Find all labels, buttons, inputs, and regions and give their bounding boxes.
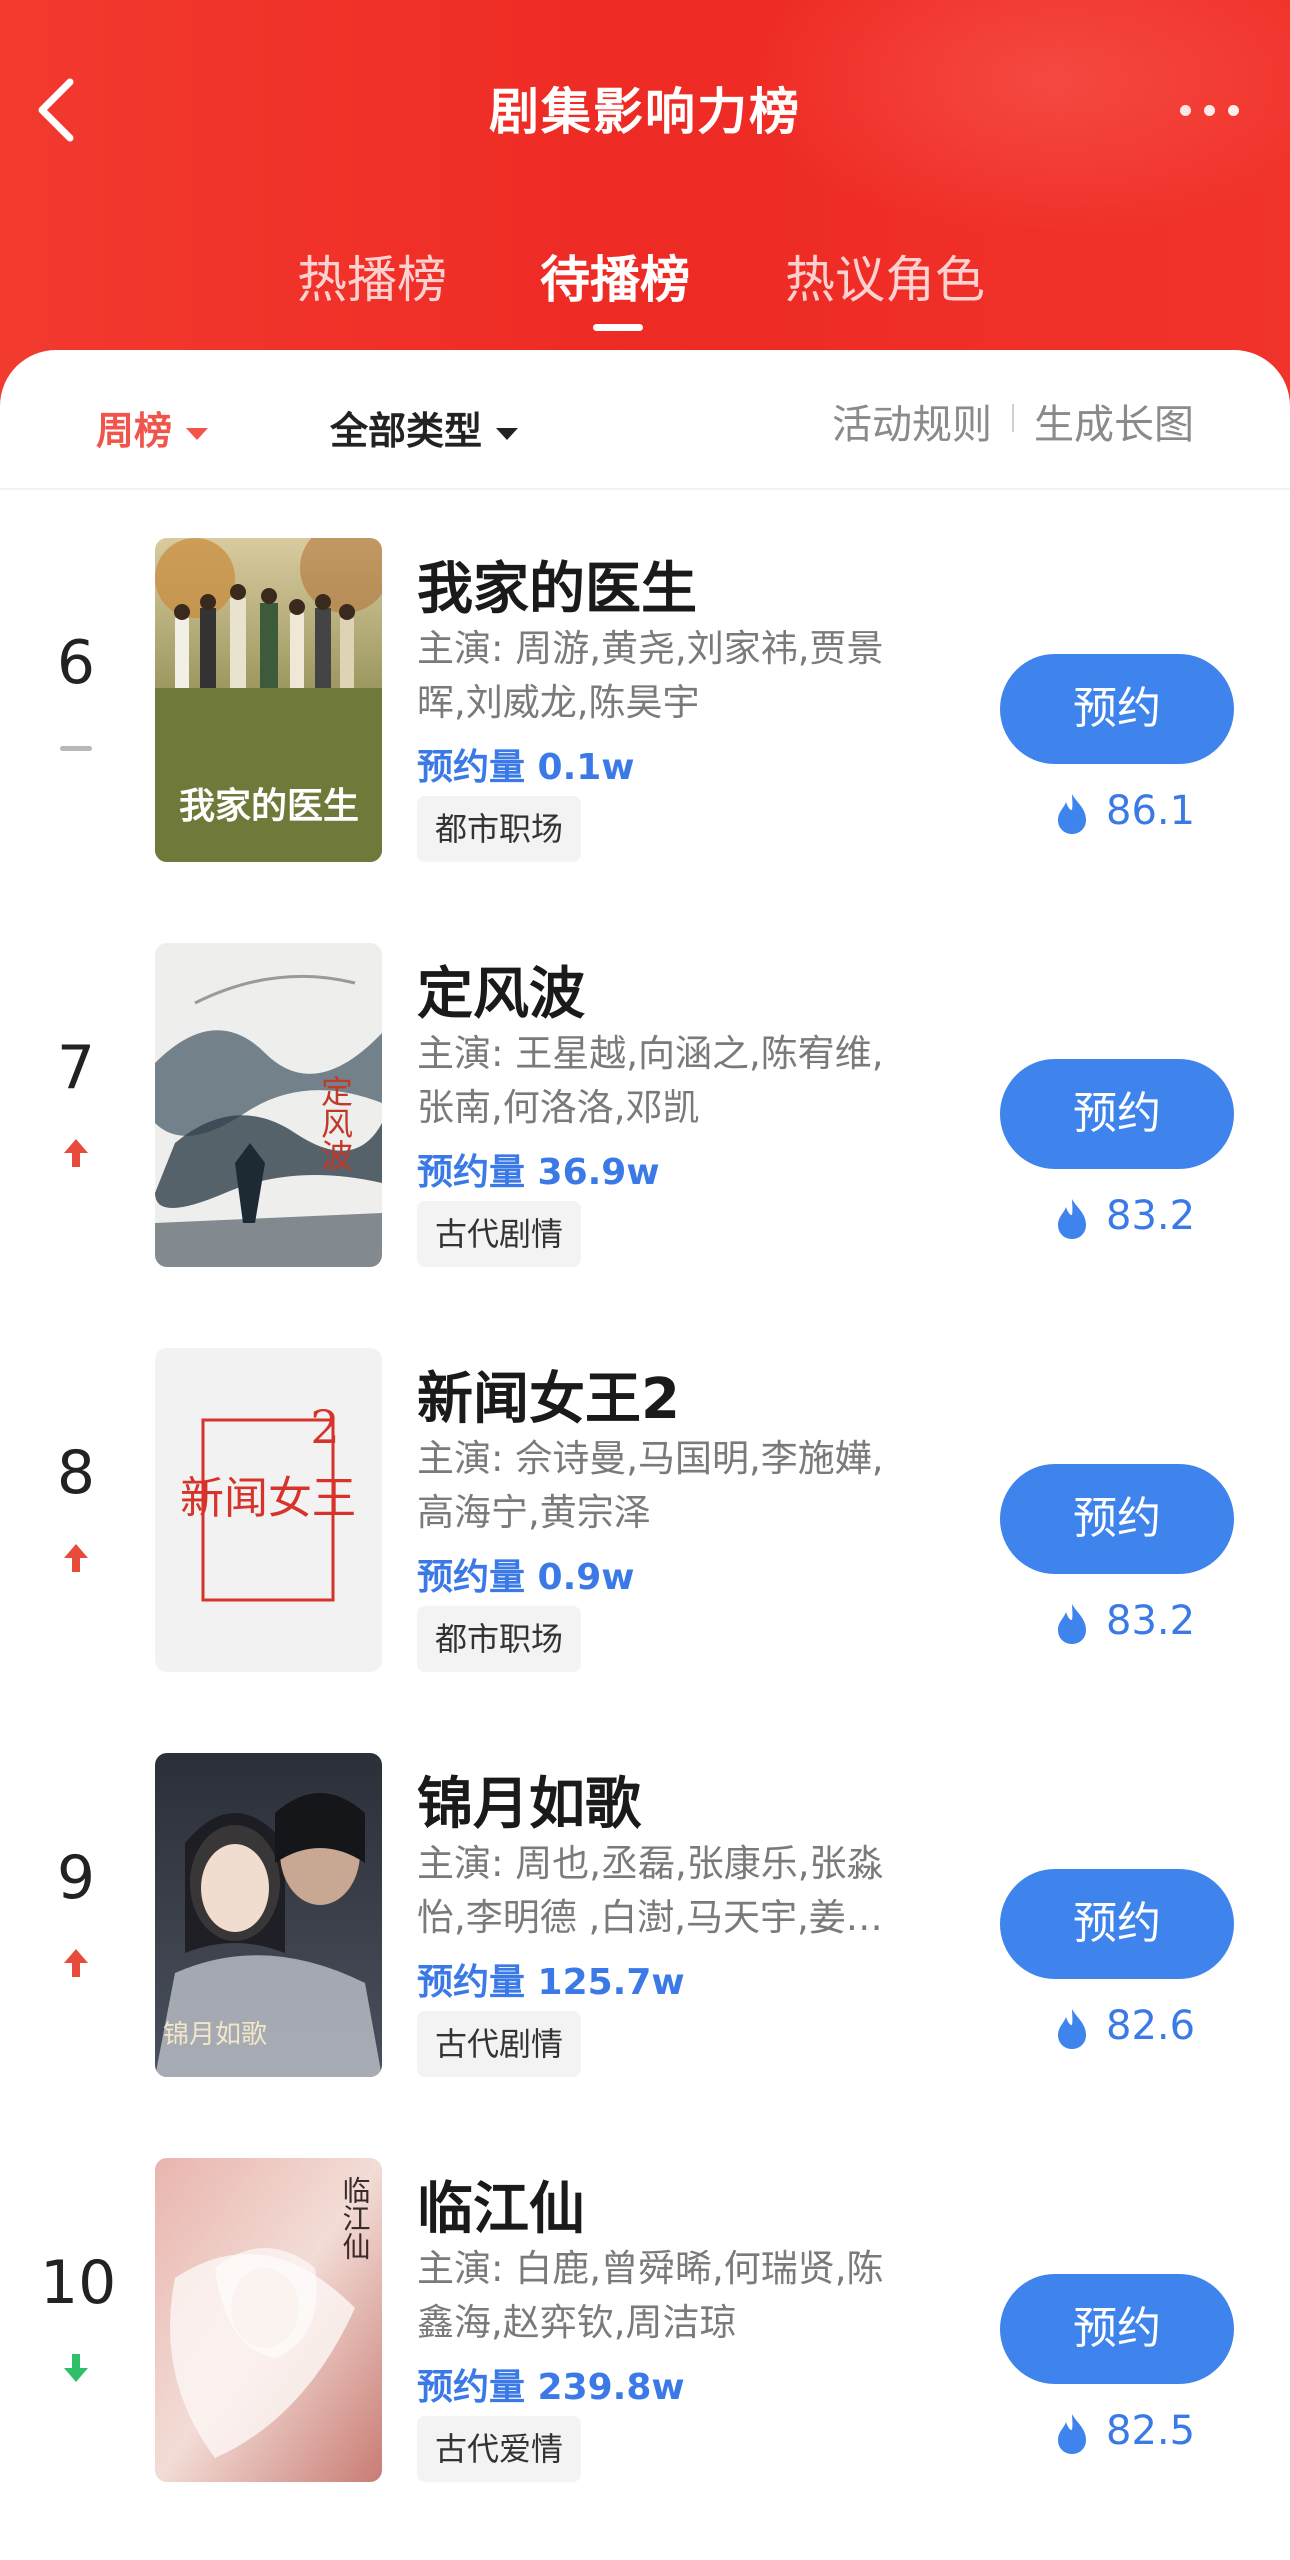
poster-image[interactable]: 定风波 (155, 943, 382, 1267)
caret-down-icon (496, 427, 519, 440)
drama-title[interactable]: 临江仙 (417, 2164, 585, 2245)
poster-title-text: 我家的医生 (179, 785, 359, 827)
rank-number: 9 (56, 1843, 96, 1913)
poster-graphic: 我家的医生 (155, 538, 382, 862)
reservation-count: 预约量 239.8w (417, 2367, 685, 2408)
ranking-item[interactable]: 7 定风波 定风波 主演: 王星越,向涵之,陈宥维,张南,何洛洛,邓凯 预约量 … (0, 943, 1290, 1273)
reserve-button[interactable]: 预约 (1000, 1869, 1234, 1979)
more-dot-icon (1180, 105, 1191, 116)
type-filter-dropdown[interactable]: 全部类型 (330, 400, 519, 455)
trend-up-arrow-icon (64, 1139, 88, 1167)
reservation-count: 预约量 0.9w (417, 1557, 635, 1598)
filter-bar: 周榜 全部类型 活动规则 生成长图 (0, 350, 1290, 490)
drama-title[interactable]: 定风波 (417, 949, 585, 1030)
drama-title[interactable]: 我家的医生 (417, 544, 697, 625)
heat-value: 83.2 (1106, 1598, 1196, 1644)
poster-image[interactable]: 临江仙 (155, 2158, 382, 2482)
type-filter-label: 全部类型 (330, 409, 483, 453)
trend-up-arrow-icon (64, 1949, 88, 1977)
poster-title-text: 锦月如歌 (163, 2020, 267, 2050)
cast-list: 主演: 佘诗曼,马国明,李施嬅,高海宁,黄宗泽 (417, 1437, 884, 1534)
activity-rules-link[interactable]: 活动规则 (832, 392, 992, 450)
poster-title-text: 新闻女王 (180, 1473, 356, 1524)
flame-icon (1058, 794, 1086, 834)
reserve-button[interactable]: 预约 (1000, 2274, 1234, 2384)
svg-text:2: 2 (310, 1400, 339, 1454)
poster-image[interactable]: 锦月如歌 (155, 1753, 382, 2077)
reservation-count: 预约量 36.9w (417, 1152, 660, 1193)
poster-graphic: 锦月如歌 (155, 1753, 382, 2077)
poster-image[interactable]: 我家的医生 (155, 538, 382, 862)
heat-value: 86.1 (1106, 788, 1196, 834)
drama-title[interactable]: 新闻女王2 (417, 1354, 680, 1435)
trend-up-arrow-icon (64, 1544, 88, 1572)
genre-tag: 古代剧情 (417, 1201, 582, 1267)
heat-value: 83.2 (1106, 1193, 1196, 1239)
heat-value: 82.5 (1106, 2408, 1196, 2454)
genre-tag: 古代剧情 (417, 2011, 582, 2077)
drama-title[interactable]: 锦月如歌 (417, 1759, 641, 1840)
poster-graphic: 定风波 (155, 943, 382, 1267)
reserve-button[interactable]: 预约 (1000, 1059, 1234, 1169)
reserve-button[interactable]: 预约 (1000, 654, 1234, 764)
reservation-count: 预约量 0.1w (417, 747, 635, 788)
period-filter-dropdown[interactable]: 周榜 (96, 400, 209, 455)
poster-title-text: 临江仙 (339, 2176, 372, 2260)
tab-bar: 热播榜 待播榜 热议角色 (0, 240, 1290, 340)
more-dot-icon (1228, 105, 1239, 116)
cast-list: 主演: 白鹿,曾舜晞,何瑞贤,陈鑫海,赵弈钦,周洁琼 (417, 2247, 884, 2344)
genre-tag: 古代爱情 (417, 2416, 582, 2482)
poster-graphic: 临江仙 (155, 2158, 382, 2482)
active-tab-indicator (593, 324, 643, 331)
reserve-button[interactable]: 预约 (1000, 1464, 1234, 1574)
cast-list: 主演: 周游,黄尧,刘家祎,贾景晖,刘威龙,陈昊宇 (417, 627, 884, 724)
reservation-count: 预约量 125.7w (417, 1962, 685, 2003)
tab-hot-playing[interactable]: 热播榜 (297, 240, 447, 312)
rank-number: 10 (40, 2248, 117, 2318)
period-filter-label: 周榜 (96, 409, 173, 453)
poster-image[interactable]: 新闻女王 2 (155, 1348, 382, 1672)
heat-value: 82.6 (1106, 2003, 1196, 2049)
flame-icon (1058, 1604, 1086, 1644)
caret-down-icon (186, 427, 209, 440)
flame-icon (1058, 2009, 1086, 2049)
trend-down-arrow-icon (64, 2354, 88, 2382)
flame-icon (1058, 1199, 1086, 1239)
page-title: 剧集影响力榜 (489, 83, 801, 141)
more-dot-icon (1204, 105, 1215, 116)
genre-tag: 都市职场 (417, 1606, 582, 1672)
generate-long-image-link[interactable]: 生成长图 (1034, 392, 1194, 450)
trend-flat-icon (60, 746, 92, 751)
more-options-button[interactable] (1174, 90, 1254, 130)
ranking-item[interactable]: 9 锦月如歌 锦月如歌 主演: 周也,丞磊,张康乐,张淼怡,李明德 ,白澍,马天… (0, 1753, 1290, 2083)
divider (1012, 404, 1014, 432)
rank-number: 6 (56, 628, 96, 698)
genre-tag: 都市职场 (417, 796, 582, 862)
tab-upcoming[interactable]: 待播榜 (540, 240, 690, 312)
cast-list: 主演: 王星越,向涵之,陈宥维,张南,何洛洛,邓凯 (417, 1032, 884, 1129)
rank-number: 8 (56, 1438, 96, 1508)
rank-number: 7 (56, 1033, 96, 1103)
poster-title-text: 定风波 (316, 1075, 354, 1171)
cast-list: 主演: 周也,丞磊,张康乐,张淼怡,李明德 ,白澍,马天宇,姜… (417, 1842, 884, 1939)
flame-icon (1058, 2414, 1086, 2454)
ranking-panel: 周榜 全部类型 活动规则 生成长图 6 我家的医生 我家的医生 主演: 周游,黄… (0, 350, 1290, 2560)
ranking-item[interactable]: 8 新闻女王 2 新闻女王2 主演: 佘诗曼,马国明,李施嬅,高海宁,黄宗泽 预… (0, 1348, 1290, 1678)
ranking-item[interactable]: 10 临江仙 临江仙 主演: 白鹿,曾舜晞,何瑞贤,陈鑫海,赵弈钦,周洁琼 预约… (0, 2158, 1290, 2488)
tab-hot-roles[interactable]: 热议角色 (785, 240, 985, 312)
ranking-item[interactable]: 6 我家的医生 我家的医生 主演: 周游,黄尧,刘家祎,贾景晖,刘威龙,陈昊宇 … (0, 538, 1290, 868)
poster-graphic: 新闻女王 2 (155, 1348, 382, 1672)
